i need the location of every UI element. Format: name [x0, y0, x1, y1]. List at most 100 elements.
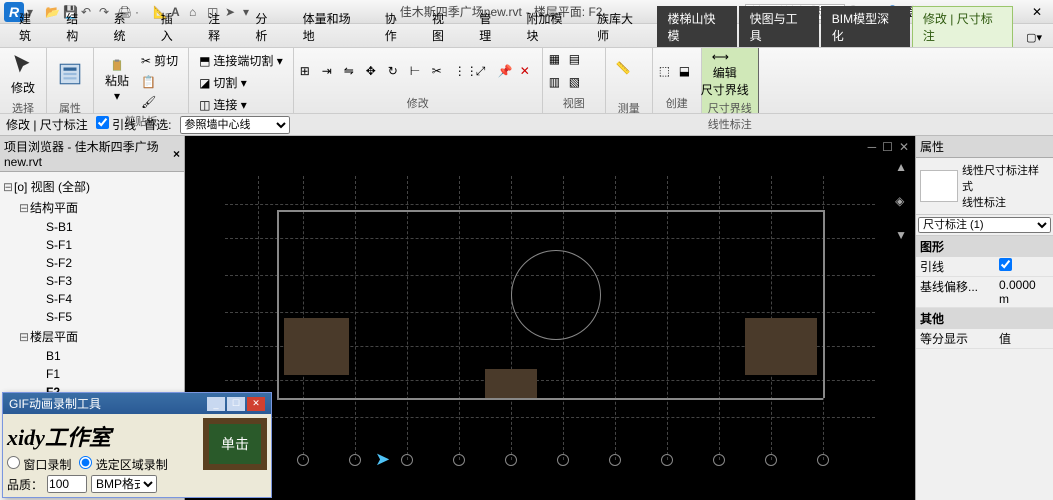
offset-icon[interactable]: ⇥: [322, 64, 338, 80]
eq-value[interactable]: 值: [999, 330, 1049, 347]
array-icon[interactable]: ⋮⋮: [454, 64, 470, 80]
edit-witness-button[interactable]: ⟷编辑 尺寸界线: [708, 50, 742, 98]
view-close-icon[interactable]: ✕: [899, 140, 909, 154]
clip-match[interactable]: 🖌: [137, 93, 182, 111]
tab-struct[interactable]: 结构: [55, 6, 100, 47]
tab-massing[interactable]: 体量和场地: [292, 6, 372, 47]
type-name: 线性尺寸标注样式 线性标注: [962, 162, 1049, 210]
hide-icon[interactable]: ▦: [549, 52, 565, 68]
tree-b1[interactable]: B1: [2, 347, 182, 365]
panel-measure-label: 测量: [612, 98, 646, 116]
tree-sf5[interactable]: S-F5: [2, 308, 182, 326]
tree-sf1[interactable]: S-F1: [2, 236, 182, 254]
align-icon[interactable]: ⊞: [300, 64, 316, 80]
props-group-graphics: 图形: [916, 236, 1053, 257]
panel-create-label: 创建: [659, 93, 695, 111]
tree-sf4[interactable]: S-F4: [2, 290, 182, 308]
gif-max-button[interactable]: ☐: [227, 397, 245, 411]
join-button[interactable]: ◫连接 ▾: [195, 94, 251, 115]
tab-modify-dim[interactable]: 修改 | 尺寸标注: [912, 6, 1013, 47]
nav-down-icon[interactable]: ▼: [895, 228, 907, 242]
paste-button[interactable]: 粘贴▾: [100, 57, 134, 105]
panel-dim-label: 尺寸界线 线性标注: [708, 98, 752, 132]
browser-close-icon[interactable]: ×: [173, 147, 180, 161]
baseoff-value[interactable]: 0.0000 m: [999, 278, 1049, 306]
trim-icon[interactable]: ⊢: [410, 64, 426, 80]
tree-sf3[interactable]: S-F3: [2, 272, 182, 290]
props-type-selector[interactable]: 线性尺寸标注样式 线性标注: [916, 158, 1053, 215]
split-icon[interactable]: ✂: [432, 64, 448, 80]
gif-close-button[interactable]: ✕: [247, 397, 265, 411]
view-icon3[interactable]: ▥: [549, 75, 565, 91]
pin-icon[interactable]: 📌: [498, 64, 514, 80]
tree-root[interactable]: ⊟[o] 视图 (全部): [2, 176, 182, 197]
tree-sf2[interactable]: S-F2: [2, 254, 182, 272]
tree-f1[interactable]: F1: [2, 365, 182, 383]
measure-button[interactable]: 📏: [612, 50, 646, 98]
gif-radio-region[interactable]: 选定区域录制: [79, 456, 167, 473]
tab-collab[interactable]: 协作: [374, 6, 419, 47]
tab-annotate[interactable]: 注释: [197, 6, 242, 47]
context-label: 修改 | 尺寸标注: [6, 116, 88, 133]
gif-title-bar[interactable]: GIF动画录制工具 _ ☐ ✕: [3, 393, 271, 414]
tab-systems[interactable]: 系统: [103, 6, 148, 47]
tree-sb1[interactable]: S-B1: [2, 218, 182, 236]
leader-prop-checkbox[interactable]: [999, 258, 1012, 271]
clip-copy[interactable]: 📋: [137, 73, 182, 91]
dim-edit-icon: ⟷: [712, 50, 738, 64]
scissors-icon: ✂: [141, 54, 151, 68]
gif-recorder-window[interactable]: GIF动画录制工具 _ ☐ ✕ xidy工作室 窗口录制 选定区域录制 品质： …: [2, 392, 272, 498]
delete-icon[interactable]: ✕: [520, 64, 536, 80]
rotate-icon[interactable]: ↻: [388, 64, 404, 80]
tab-analyze[interactable]: 分析: [244, 6, 289, 47]
options-bar: 修改 | 尺寸标注 引线 首选: 参照墙中心线: [0, 114, 1053, 136]
move-icon[interactable]: ✥: [366, 64, 382, 80]
gif-min-button[interactable]: _: [207, 397, 225, 411]
panel-view-label: 视图: [549, 93, 599, 111]
pref-select[interactable]: 参照墙中心线: [180, 116, 290, 134]
gif-radio-window[interactable]: 窗口录制: [7, 456, 71, 473]
panel-select: 修改 选择: [0, 48, 47, 113]
tab-family[interactable]: 族库大师: [586, 6, 655, 47]
tree-floor-plans[interactable]: ⊟楼层平面: [2, 326, 182, 347]
scale-icon[interactable]: ⤢: [476, 64, 492, 80]
view-icon4[interactable]: ▧: [569, 75, 585, 91]
drawing-canvas[interactable]: ─ ☐ ✕: [185, 136, 915, 500]
view-min-icon[interactable]: ─: [868, 140, 877, 154]
tab-stair[interactable]: 楼梯山快模: [657, 6, 737, 47]
cut-geom-button[interactable]: ◪切割 ▾: [195, 72, 251, 93]
tab-arch[interactable]: 建筑: [8, 6, 53, 47]
properties-button[interactable]: [53, 50, 87, 98]
leader-checkbox-label[interactable]: 引线: [96, 116, 136, 133]
modify-button[interactable]: 修改: [6, 50, 40, 98]
create-icon1[interactable]: ⬚: [659, 64, 675, 80]
floor-plan-drawing: [225, 176, 875, 460]
gif-quality-input[interactable]: [47, 475, 87, 493]
clip-cut[interactable]: ✂剪切: [137, 50, 182, 71]
tab-insert[interactable]: 插入: [150, 6, 195, 47]
tab-bim[interactable]: BIM模型深化: [821, 6, 910, 47]
panel-modify: ⊞ ⇥ ⇋ ✥ ↻ ⊢ ✂ ⋮⋮ ⤢ 📌 ✕ 修改: [294, 48, 543, 113]
create-icon2[interactable]: ⬓: [679, 64, 695, 80]
nav-up-icon[interactable]: ▲: [895, 160, 907, 174]
panel-measure: 📏 测量: [606, 48, 653, 113]
tab-quick[interactable]: 快图与工具: [739, 6, 819, 47]
tab-addins[interactable]: 附加模块: [516, 6, 585, 47]
gif-logo-text: xidy工作室: [7, 418, 197, 454]
props-instance-select[interactable]: 尺寸标注 (1): [918, 217, 1051, 233]
leader-checkbox[interactable]: [96, 116, 109, 129]
tree-struct-plans[interactable]: ⊟结构平面: [2, 197, 182, 218]
view-window-controls: ─ ☐ ✕: [868, 140, 909, 154]
view-icon2[interactable]: ▤: [569, 52, 585, 68]
cope-button[interactable]: ⬒连接端切割 ▾: [195, 50, 287, 71]
nav-cube-icon[interactable]: ◈: [895, 194, 907, 208]
mirror-icon[interactable]: ⇋: [344, 64, 360, 80]
view-max-icon[interactable]: ☐: [882, 140, 893, 154]
panel-clipboard: 粘贴▾ ✂剪切 📋 🖌 剪贴板: [94, 48, 189, 113]
gif-record-button[interactable]: 单击: [203, 418, 267, 470]
gif-format-select[interactable]: BMP格式: [91, 475, 157, 493]
tab-manage[interactable]: 管理: [468, 6, 513, 47]
tab-panel-toggle[interactable]: ▢▾: [1015, 27, 1053, 47]
tab-view[interactable]: 视图: [421, 6, 466, 47]
close-button[interactable]: ✕: [1025, 3, 1049, 21]
